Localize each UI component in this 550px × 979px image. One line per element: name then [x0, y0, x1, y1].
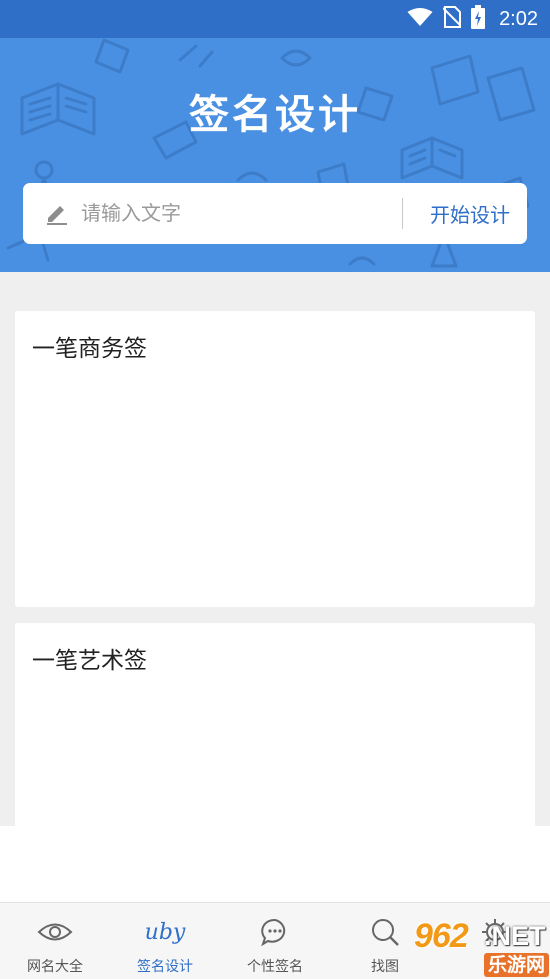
tab-label: 个性签名 [247, 959, 303, 975]
watermark-suffix: .NET [484, 921, 546, 951]
watermark-digits: 962 [414, 917, 469, 955]
pencil-icon [45, 201, 69, 229]
business-signature-card[interactable]: 一笔商务签 [15, 311, 535, 607]
tab-signature-design[interactable]: uby 签名设计 [110, 903, 220, 979]
header-banner: 签名设计 开始设计 [0, 38, 550, 272]
card-title: 一笔商务签 [32, 336, 147, 362]
signature-icon-text: uby [144, 919, 186, 945]
chat-bubble-icon [220, 915, 330, 949]
signature-icon: uby [110, 915, 220, 949]
tab-nickname-collection[interactable]: 网名大全 [0, 903, 110, 979]
search-input[interactable] [81, 195, 391, 231]
tab-label: 签名设计 [137, 959, 193, 975]
watermark-badge: 乐游网 [484, 953, 550, 977]
no-sim-icon [442, 6, 462, 32]
tab-personal-signature[interactable]: 个性签名 [220, 903, 330, 979]
battery-charging-icon [471, 5, 486, 33]
card-title: 一笔艺术签 [32, 648, 147, 674]
page-title: 签名设计 [189, 92, 361, 138]
site-watermark: 962 .NET 乐游网 [412, 917, 550, 979]
start-design-button[interactable]: 开始设计 [413, 183, 527, 244]
status-time: 2:02 [499, 7, 538, 30]
art-signature-card[interactable]: 一笔艺术签 [15, 623, 535, 826]
search-divider [402, 198, 403, 229]
status-bar: 2:02 [0, 0, 550, 38]
wifi-icon [407, 7, 433, 31]
content-area: 一笔商务签 一笔艺术签 [0, 272, 550, 826]
eye-icon [0, 915, 110, 949]
tab-label: 网名大全 [27, 959, 83, 975]
search-bar: 开始设计 [23, 183, 527, 244]
status-icons: 2:02 [407, 5, 538, 33]
